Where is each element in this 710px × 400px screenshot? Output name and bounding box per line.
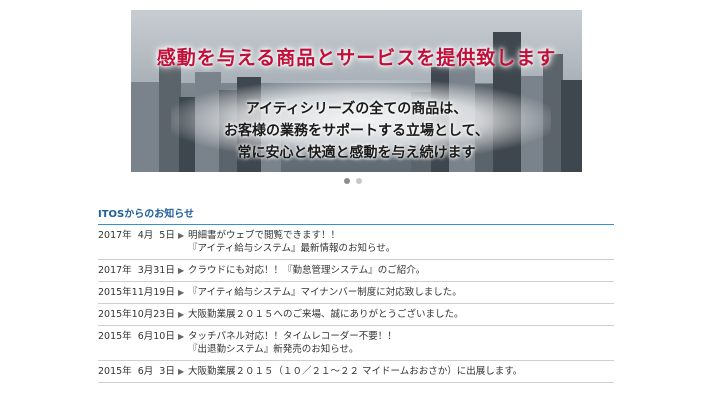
news-text-line: 『アイティ給与システム』マイナンバー制度に対応致しました。 [188,287,462,298]
news-item[interactable]: 2017年 3月31日 ▶ クラウドにも対応！！『勤怠管理システム』のご紹介。 [98,260,614,282]
bullet-arrow-icon: ▶ [178,231,185,240]
news-text-line: クラウドにも対応！！『勤怠管理システム』のご紹介。 [188,265,426,276]
news-text[interactable]: 大阪勤業展２０１５へのご来場、誠にありがとうございました。 [188,308,614,321]
hero-banner[interactable]: 感動を与える商品とサービスを提供致します アイティシリーズの全ての商品は、 お客… [131,10,582,172]
news-item[interactable]: 2015年 6月 3日 ▶ 大阪勤業展２０１５（１０／２１～２２ マイドームおおさか… [98,361,614,383]
news-text-line: 大阪勤業展２０１５へのご来場、誠にありがとうございました。 [188,309,464,320]
news-item[interactable]: 2015年11月19日 ▶ 『アイティ給与システム』マイナンバー制度に対応致しました… [98,282,614,304]
news-date: 2017年 4月 5日 [98,230,175,241]
news-title: ITOSからのお知らせ [98,205,614,225]
news-text[interactable]: タッチパネル対応！！タイムレコーダー不要！！ 『出退勤システム』新発売のお知らせ。 [188,330,614,356]
news-date: 2017年 3月31日 [98,265,175,276]
news-text-line: 明細書がウェブで閲覧できます！！ [188,230,341,241]
banner-line-3: 常に安心と快適と感動を与え続けます [237,145,476,161]
bullet-arrow-icon: ▶ [178,332,185,341]
carousel-dot-2[interactable] [356,178,362,184]
news-text[interactable]: 明細書がウェブで閲覧できます！！ 『アイティ給与システム』最新情報のお知らせ。 [188,229,614,255]
news-text-line: 大阪勤業展２０１５（１０／２１～２２ マイドームおおさか）に出展します。 [188,366,523,377]
banner-headline: 感動を与える商品とサービスを提供致します [156,47,557,69]
banner-line-1: アイティシリーズの全ての商品は、 [245,101,468,117]
bullet-arrow-icon: ▶ [178,288,185,297]
news-text[interactable]: クラウドにも対応！！『勤怠管理システム』のご紹介。 [188,264,614,277]
carousel-dots [344,177,368,185]
news-text-line: 『アイティ給与システム』最新情報のお知らせ。 [188,243,396,254]
news-date: 2015年 6月 3日 [98,366,175,377]
news-text-line: 『出退勤システム』新発売のお知らせ。 [188,344,359,355]
bullet-arrow-icon: ▶ [178,266,185,275]
news-item[interactable]: 2015年10月23日 ▶ 大阪勤業展２０１５へのご来場、誠にありがとうございました… [98,304,614,326]
news-date: 2015年11月19日 [98,287,175,298]
news-list: 2017年 4月 5日 ▶ 明細書がウェブで閲覧できます！！ 『アイティ給与システム』… [98,225,614,383]
news-text[interactable]: 『アイティ給与システム』マイナンバー制度に対応致しました。 [188,286,614,299]
bullet-arrow-icon: ▶ [178,367,185,376]
news-date: 2015年 6月10日 [98,331,175,342]
news-date: 2015年10月23日 [98,309,175,320]
banner-line-2: お客様の業務をサポートする立場として、 [224,123,489,139]
news-item[interactable]: 2015年 6月10日 ▶ タッチパネル対応！！タイムレコーダー不要！！ 『出退勤シス… [98,326,614,361]
news-text-line: タッチパネル対応！！タイムレコーダー不要！！ [188,331,397,342]
news-text[interactable]: 大阪勤業展２０１５（１０／２１～２２ マイドームおおさか）に出展します。 [188,365,614,378]
bullet-arrow-icon: ▶ [178,310,185,319]
news-section: ITOSからのお知らせ 2017年 4月 5日 ▶ 明細書がウェブで閲覧できます！！… [98,205,614,383]
carousel-dot-1[interactable] [344,178,350,184]
news-item[interactable]: 2017年 4月 5日 ▶ 明細書がウェブで閲覧できます！！ 『アイティ給与システム』… [98,225,614,260]
